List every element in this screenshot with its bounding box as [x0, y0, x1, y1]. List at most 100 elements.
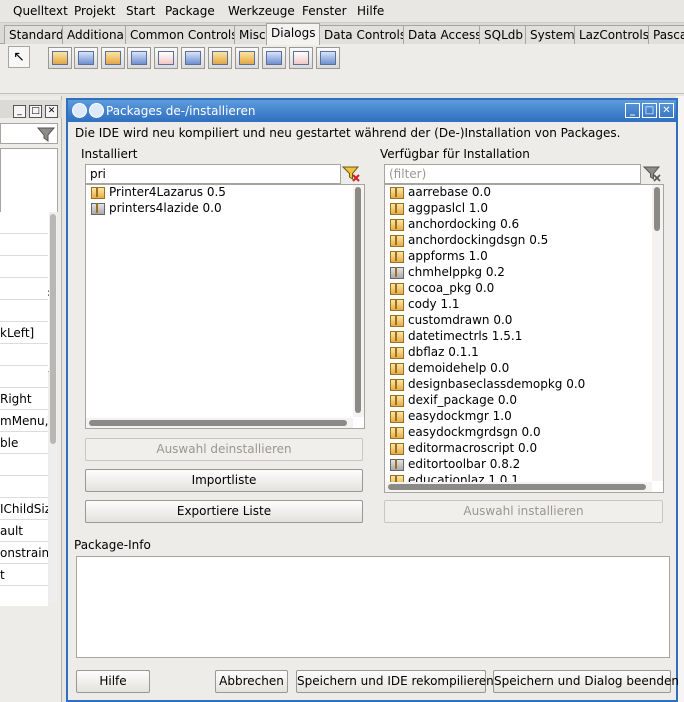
- available-package-item[interactable]: chmhelppkg 0.2: [389, 265, 505, 281]
- minimize-icon[interactable]: _: [13, 105, 26, 118]
- property-row[interactable]: IChildSiz: [0, 498, 48, 520]
- available-package-item[interactable]: anchordockingdsgn 0.5: [389, 233, 548, 249]
- available-package-item[interactable]: dbflaz 0.1.1: [389, 345, 479, 361]
- package-icon: [389, 345, 404, 359]
- property-row[interactable]: kLeft]: [0, 322, 48, 344]
- find-dialog-icon[interactable]: [181, 47, 205, 69]
- available-package-item[interactable]: appforms 1.0: [389, 249, 488, 265]
- available-filter-input[interactable]: (filter): [384, 164, 641, 184]
- package-gray-icon: [389, 457, 404, 471]
- export-list-button[interactable]: Exportiere Liste: [85, 500, 363, 523]
- property-row[interactable]: mMenu,b: [0, 410, 48, 432]
- save-and-close-button[interactable]: Speichern und Dialog beenden: [493, 670, 679, 693]
- available-package-item[interactable]: anchordocking 0.6: [389, 217, 519, 233]
- save-picture-dialog-icon[interactable]: [262, 47, 286, 69]
- available-package-item[interactable]: demoidehelp 0.0: [389, 361, 509, 377]
- clear-filter-icon[interactable]: [341, 164, 361, 183]
- available-package-item[interactable]: cody 1.1: [389, 297, 460, 313]
- property-row[interactable]: [0, 454, 48, 476]
- tab-data-controls[interactable]: Data Controls: [319, 25, 412, 44]
- uninstall-selection-button[interactable]: Auswahl deinstallieren: [85, 438, 363, 461]
- maximize-icon[interactable]: □: [29, 105, 42, 118]
- available-package-item[interactable]: designbaseclassdemopkg 0.0: [389, 377, 585, 393]
- tab-sqldb[interactable]: SQLdb: [479, 25, 528, 44]
- package-gray-icon: [90, 201, 105, 215]
- property-row[interactable]: [0, 212, 48, 234]
- available-package-item[interactable]: editortoolbar 0.8.2: [389, 457, 520, 473]
- property-row[interactable]: t: [0, 564, 48, 586]
- tab-lazcontrols[interactable]: LazControls: [574, 25, 654, 44]
- available-package-item[interactable]: editormacroscript 0.0: [389, 441, 537, 457]
- save-and-rebuild-button[interactable]: Speichern und IDE rekompilieren: [296, 670, 494, 693]
- available-package-item[interactable]: aggpaslcl 1.0: [389, 201, 488, 217]
- tab-common-controls[interactable]: Common Controls: [125, 25, 243, 44]
- menu-hilfe[interactable]: Hilfe: [357, 4, 384, 18]
- installed-filter-input[interactable]: pri: [85, 164, 341, 184]
- calculator-dialog-icon[interactable]: [316, 47, 340, 69]
- available-package-item[interactable]: easydockmgr 1.0: [389, 409, 512, 425]
- minimize-icon[interactable]: _: [625, 103, 640, 118]
- available-package-list[interactable]: aarrebase 0.0 aggpaslcl 1.0 anchordockin…: [384, 184, 664, 493]
- installed-label: Installiert: [81, 147, 138, 161]
- installed-package-list[interactable]: Printer4Lazarus 0.5 printers4lazide 0.0: [85, 184, 365, 429]
- menu-projekt[interactable]: Projekt: [74, 4, 115, 18]
- installed-package-item[interactable]: Printer4Lazarus 0.5: [90, 185, 226, 201]
- available-package-item[interactable]: datetimectrls 1.5.1: [389, 329, 522, 345]
- cancel-button[interactable]: Abbrechen: [215, 670, 288, 693]
- tab-system[interactable]: System: [525, 25, 580, 44]
- available-package-item[interactable]: dexif_package 0.0: [389, 393, 517, 409]
- tab-additional[interactable]: Additional: [62, 25, 133, 44]
- menu-fenster[interactable]: Fenster: [302, 4, 347, 18]
- inspector-scrollbar[interactable]: [49, 212, 58, 602]
- available-list-vscrollbar[interactable]: [652, 185, 663, 481]
- installed-list-vscrollbar[interactable]: [353, 185, 364, 417]
- menu-start[interactable]: Start: [126, 4, 155, 18]
- property-row[interactable]: ble: [0, 432, 48, 454]
- maximize-icon[interactable]: □: [642, 103, 657, 118]
- property-row[interactable]: onstraints: [0, 542, 48, 564]
- property-row[interactable]: [0, 300, 48, 322]
- font-dialog-icon[interactable]: [154, 47, 178, 69]
- available-package-item[interactable]: aarrebase 0.0: [389, 185, 491, 201]
- clear-filter-icon[interactable]: [642, 164, 662, 183]
- menu-package[interactable]: Package: [165, 4, 215, 18]
- available-package-item[interactable]: cocoa_pkg 0.0: [389, 281, 494, 297]
- open-dialog-icon[interactable]: [48, 47, 72, 69]
- tab-pascal[interactable]: Pasca: [648, 25, 684, 44]
- installed-list-hscrollbar[interactable]: [86, 418, 353, 428]
- color-dialog-icon[interactable]: [127, 47, 151, 69]
- select-directory-icon[interactable]: [101, 47, 125, 69]
- available-list-hscrollbar[interactable]: [385, 482, 652, 492]
- close-icon[interactable]: ✕: [659, 103, 674, 118]
- property-row[interactable]: [0, 344, 48, 366]
- calendar-dialog-icon[interactable]: [289, 47, 313, 69]
- import-list-button[interactable]: Importliste: [85, 469, 363, 492]
- property-row[interactable]: ault: [0, 520, 48, 542]
- property-row[interactable]: [0, 278, 48, 300]
- menu-werkzeuge[interactable]: Werkzeuge: [228, 4, 295, 18]
- property-row[interactable]: Right: [0, 388, 48, 410]
- property-row[interactable]: [0, 476, 48, 498]
- property-row[interactable]: [0, 234, 48, 256]
- pin-icon[interactable]: [89, 103, 104, 118]
- property-row[interactable]: [0, 256, 48, 278]
- package-icon: [389, 329, 404, 343]
- clear-filter-icon[interactable]: [36, 125, 56, 144]
- available-package-item[interactable]: easydockmgrdsgn 0.0: [389, 425, 541, 441]
- property-row[interactable]: [0, 366, 48, 388]
- dialog-title-bar[interactable]: Packages de-/installieren _ □ ✕: [68, 100, 676, 122]
- help-button[interactable]: Hilfe: [76, 670, 150, 693]
- tab-standard[interactable]: Standard: [4, 25, 69, 44]
- menu-bar: Quelltext Projekt Start Package Werkzeug…: [0, 0, 684, 23]
- tab-data-access[interactable]: Data Access: [403, 25, 487, 44]
- pointer-tool-icon[interactable]: ↖: [8, 46, 30, 68]
- installed-package-item[interactable]: printers4lazide 0.0: [90, 201, 222, 217]
- replace-dialog-icon[interactable]: [208, 47, 232, 69]
- menu-quelltext[interactable]: Quelltext: [13, 4, 68, 18]
- tab-dialogs[interactable]: Dialogs: [266, 23, 321, 45]
- open-picture-dialog-icon[interactable]: [235, 47, 259, 69]
- save-dialog-icon[interactable]: [74, 47, 98, 69]
- install-selection-button[interactable]: Auswahl installieren: [384, 500, 663, 523]
- close-icon[interactable]: ✕: [45, 105, 58, 118]
- available-package-item[interactable]: customdrawn 0.0: [389, 313, 512, 329]
